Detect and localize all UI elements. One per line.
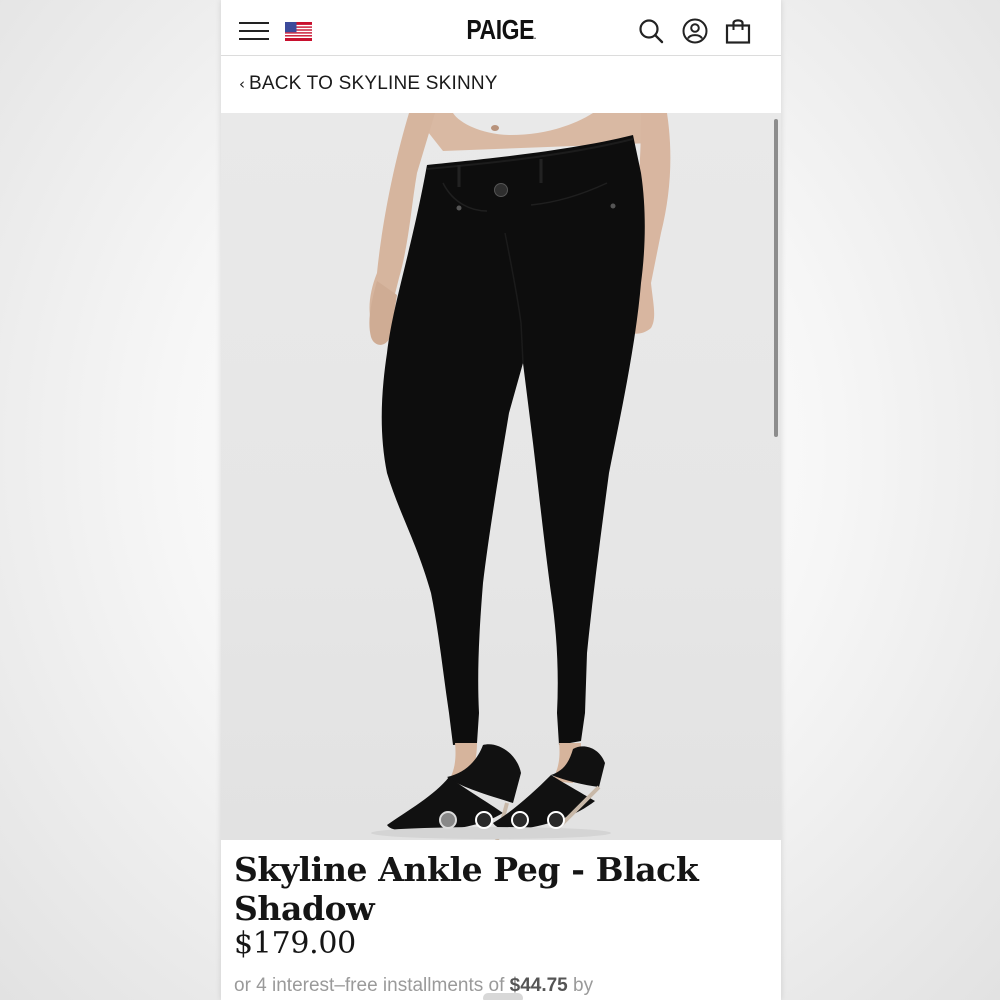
product-image[interactable] [221, 113, 781, 840]
gallery-dot-3[interactable] [511, 811, 529, 829]
model-in-jeans-illustration [369, 113, 671, 840]
site-header: PAIGE. [221, 0, 781, 56]
gallery-pagination [439, 811, 569, 833]
back-link[interactable]: ‹ BACK TO SKYLINE SKINNY [239, 73, 498, 95]
gallery-dot-4[interactable] [547, 811, 565, 829]
product-price: $179.00 [234, 926, 356, 961]
chevron-left-icon: ‹ [239, 75, 245, 93]
installment-note: or 4 interest–free installments of $44.7… [234, 975, 593, 997]
logo-text: PAIGE [466, 14, 535, 45]
installment-prefix: or 4 interest–free installments of [234, 975, 505, 996]
mobile-viewport: PAIGE. ‹ BACK TO SKYLINE SKINNY Skyline … [221, 0, 781, 1000]
hamburger-menu-icon[interactable] [239, 22, 269, 40]
installment-suffix: by [573, 975, 594, 996]
gallery-dot-2[interactable] [475, 811, 493, 829]
page-scrollbar[interactable] [774, 119, 778, 437]
breadcrumb: ‹ BACK TO SKYLINE SKINNY [221, 57, 781, 113]
back-link-label: BACK TO SKYLINE SKINNY [249, 73, 498, 94]
gallery-dot-1[interactable] [439, 811, 457, 829]
search-icon[interactable] [637, 17, 665, 45]
logo-mark: . [534, 31, 536, 41]
product-title: Skyline Ankle Peg - Black Shadow [234, 850, 699, 928]
shopping-bag-icon[interactable] [724, 17, 752, 45]
account-icon[interactable] [681, 17, 709, 45]
home-indicator [483, 993, 523, 1000]
